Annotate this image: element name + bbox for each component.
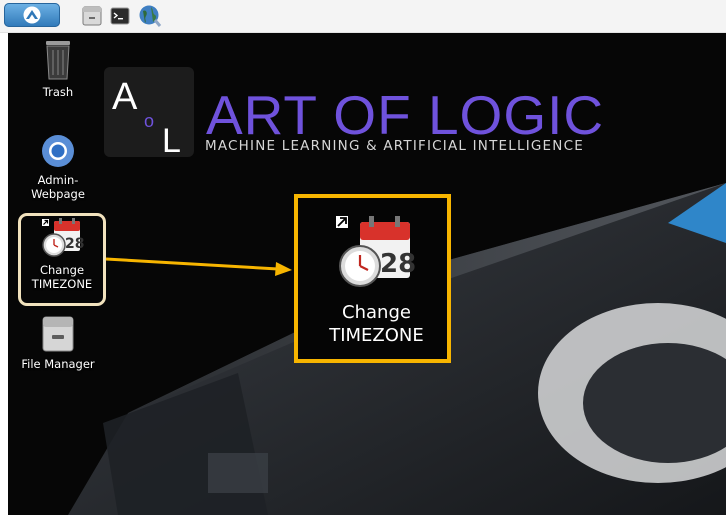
- desktop-icon-trash[interactable]: Trash: [14, 39, 102, 99]
- desktop-icon-label-line-1: Change: [39, 263, 85, 277]
- desktop: A o L ART OF LOGIC MACHINE LEARNING & AR…: [8, 33, 726, 515]
- chromium-icon: [42, 135, 74, 167]
- top-panel: [0, 0, 726, 33]
- file-cabinet-icon: [82, 6, 102, 26]
- calendar-day-text: 28: [65, 236, 84, 252]
- desktop-icon-file-manager[interactable]: File Manager: [14, 315, 102, 371]
- callout-label-line-1: Change: [342, 302, 411, 323]
- desktop-icon-admin-webpage[interactable]: Admin- Webpage: [14, 133, 102, 201]
- logo-letter-a: A: [112, 76, 138, 118]
- trash-icon: [46, 41, 70, 80]
- web-browser-icon: [139, 5, 162, 27]
- file-manager-launcher[interactable]: [82, 6, 102, 26]
- distro-logo-icon: [23, 6, 41, 24]
- desktop-icon-label-line-2: TIMEZONE: [31, 277, 93, 291]
- calendar-clock-icon: 28: [336, 216, 416, 287]
- aol-logo-mark: A o L: [112, 76, 181, 160]
- enlarged-icon-callout: 28 Change TIMEZONE: [294, 194, 451, 363]
- desktop-icon-label-line-1: Admin-: [37, 173, 79, 187]
- calendar-day-text: 28: [380, 249, 416, 279]
- brand-subtitle: MACHINE LEARNING & ARTIFICIAL INTELLIGEN…: [205, 138, 584, 154]
- callout-label-line-2: TIMEZONE: [329, 325, 424, 346]
- desktop-icon-label-line-2: Webpage: [31, 187, 85, 201]
- file-cabinet-icon: [42, 316, 74, 352]
- terminal-icon: [110, 7, 130, 25]
- desktop-icon-label: File Manager: [21, 357, 95, 371]
- desktop-icon-label: Trash: [42, 85, 74, 99]
- callout-arrow: [105, 257, 292, 276]
- logo-letter-o: o: [144, 111, 154, 131]
- calendar-clock-icon: 28: [42, 218, 84, 257]
- logo-letter-l: L: [162, 122, 181, 157]
- brand-title: ART OF LOGIC: [206, 84, 605, 146]
- start-menu-button[interactable]: [4, 3, 60, 27]
- terminal-launcher[interactable]: [110, 6, 130, 26]
- desktop-icon-change-timezone[interactable]: 28 Change TIMEZONE: [18, 217, 106, 291]
- web-browser-launcher[interactable]: [138, 4, 162, 28]
- screen: A o L ART OF LOGIC MACHINE LEARNING & AR…: [0, 0, 726, 515]
- brand-logo: A o L: [104, 67, 194, 160]
